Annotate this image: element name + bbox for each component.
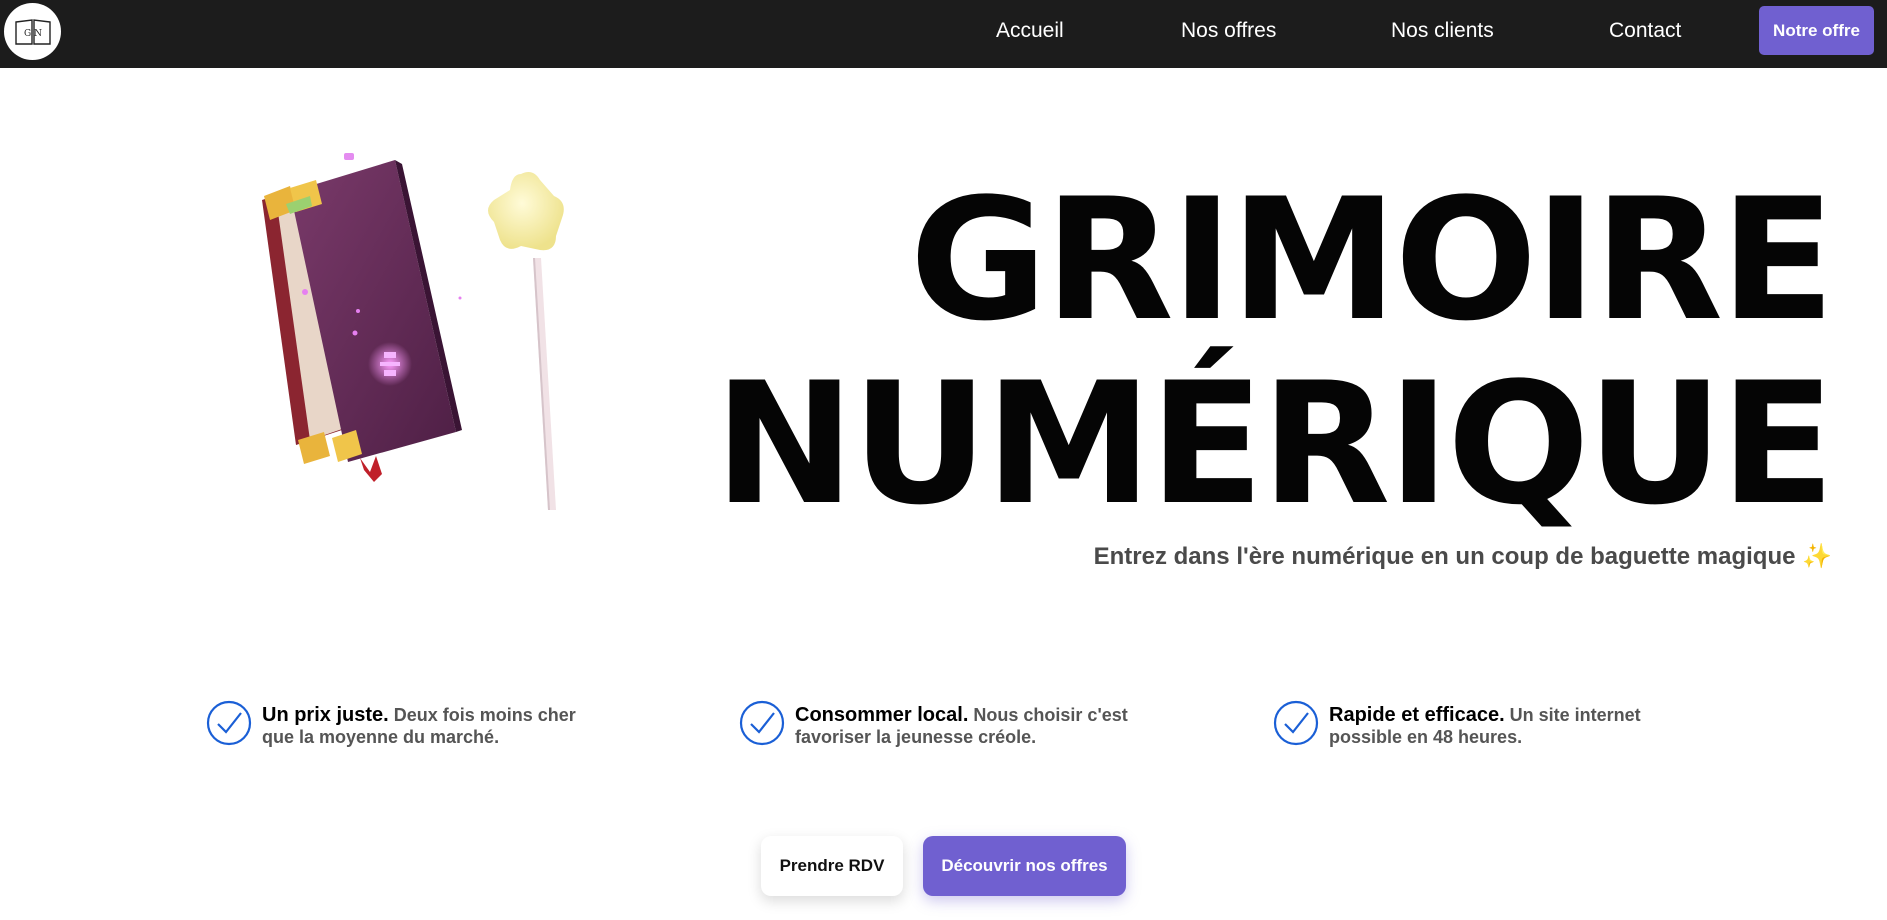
nav-link-contact[interactable]: Contact [1609, 19, 1681, 43]
hero-subtitle: Entrez dans l'ère numérique en un coup d… [1093, 543, 1832, 570]
navbar: G N Accueil Nos offres Nos clients Conta… [0, 0, 1887, 68]
feature-consommer-local: Consommer local. Nous choisir c'est favo… [739, 700, 1139, 748]
feature-description: Rapide et efficace. Un site internet pos… [1329, 700, 1673, 748]
nav-link-nos-offres[interactable]: Nos offres [1181, 19, 1276, 43]
hero-title-line-1: GRIMOIRE [909, 162, 1835, 358]
feature-title: Consommer local. [795, 704, 969, 726]
feature-description: Un prix juste. Deux fois moins cher que … [262, 700, 606, 748]
feature-rapide-efficace: Rapide et efficace. Un site internet pos… [1273, 700, 1673, 748]
logo-text: G N [24, 29, 42, 39]
feature-title: Un prix juste. [262, 704, 389, 726]
feature-title: Rapide et efficace. [1329, 704, 1505, 726]
logo[interactable]: G N [4, 3, 61, 60]
check-circle-icon [1273, 700, 1319, 746]
feature-description: Consommer local. Nous choisir c'est favo… [795, 700, 1139, 748]
nav-link-accueil[interactable]: Accueil [996, 19, 1064, 43]
check-circle-icon [739, 700, 785, 746]
notre-offre-button[interactable]: Notre offre [1759, 6, 1874, 55]
nav-link-nos-clients[interactable]: Nos clients [1391, 19, 1494, 43]
prendre-rdv-button[interactable]: Prendre RDV [761, 836, 903, 896]
hero-title: GRIMOIRE NUMÉRIQUE [714, 162, 1835, 542]
feature-prix-juste: Un prix juste. Deux fois moins cher que … [206, 700, 606, 748]
decouvrir-offres-button[interactable]: Découvrir nos offres [923, 836, 1126, 896]
book-logo-icon: G N [14, 18, 51, 45]
spellbook-and-wand-illustration [262, 153, 564, 510]
hero-title-line-2: NUMÉRIQUE [714, 346, 1835, 542]
check-circle-icon [206, 700, 252, 746]
